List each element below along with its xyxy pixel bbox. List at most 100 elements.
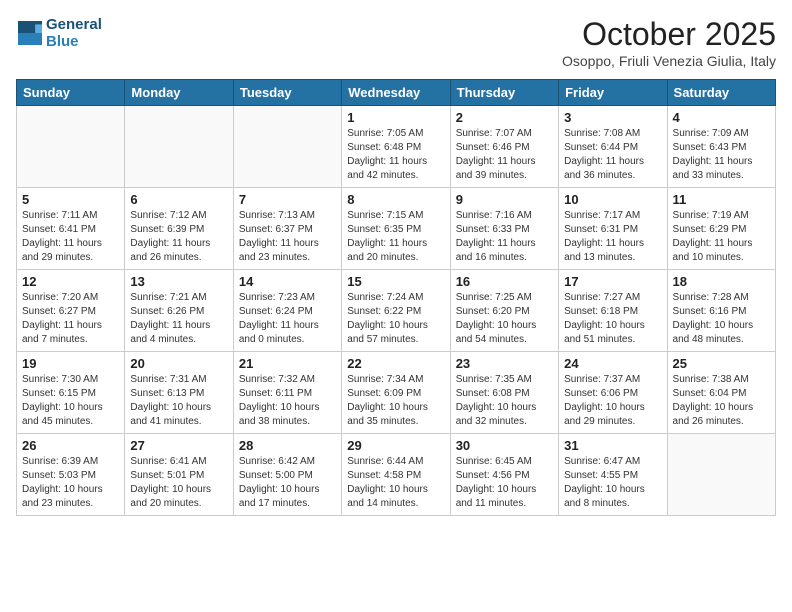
- weekday-header-friday: Friday: [559, 80, 667, 106]
- day-number: 30: [456, 438, 553, 453]
- day-info: Sunrise: 7:08 AM Sunset: 6:44 PM Dayligh…: [564, 127, 661, 183]
- logo: General Blue: [16, 16, 102, 50]
- day-number: 21: [239, 356, 336, 371]
- day-number: 29: [347, 438, 444, 453]
- day-info: Sunrise: 7:34 AM Sunset: 6:09 PM Dayligh…: [347, 373, 444, 429]
- day-info: Sunrise: 7:32 AM Sunset: 6:11 PM Dayligh…: [239, 373, 336, 429]
- calendar-cell: 24 Sunrise: 7:37 AM Sunset: 6:06 PM Dayli…: [559, 352, 667, 434]
- day-info: Sunrise: 7:16 AM Sunset: 6:33 PM Dayligh…: [456, 209, 553, 265]
- day-info: Sunrise: 7:20 AM Sunset: 6:27 PM Dayligh…: [22, 291, 119, 347]
- day-info: Sunrise: 7:07 AM Sunset: 6:46 PM Dayligh…: [456, 127, 553, 183]
- day-number: 18: [673, 274, 770, 289]
- logo-line2: Blue: [46, 33, 102, 50]
- day-number: 28: [239, 438, 336, 453]
- calendar-cell: [667, 434, 775, 516]
- week-row-5: 26 Sunrise: 6:39 AM Sunset: 5:03 PM Dayli…: [17, 434, 776, 516]
- week-row-3: 12 Sunrise: 7:20 AM Sunset: 6:27 PM Dayli…: [17, 270, 776, 352]
- day-number: 7: [239, 192, 336, 207]
- day-number: 5: [22, 192, 119, 207]
- calendar-cell: 26 Sunrise: 6:39 AM Sunset: 5:03 PM Dayli…: [17, 434, 125, 516]
- calendar-cell: 29 Sunrise: 6:44 AM Sunset: 4:58 PM Dayli…: [342, 434, 450, 516]
- weekday-header-saturday: Saturday: [667, 80, 775, 106]
- calendar-cell: 21 Sunrise: 7:32 AM Sunset: 6:11 PM Dayli…: [233, 352, 341, 434]
- calendar-cell: 7Sunrise: 7:13 AM Sunset: 6:37 PM Daylig…: [233, 188, 341, 270]
- day-number: 15: [347, 274, 444, 289]
- day-number: 27: [130, 438, 227, 453]
- calendar-cell: 13 Sunrise: 7:21 AM Sunset: 6:26 PM Dayli…: [125, 270, 233, 352]
- logo-line1: General: [46, 16, 102, 33]
- day-info: Sunrise: 7:38 AM Sunset: 6:04 PM Dayligh…: [673, 373, 770, 429]
- day-number: 4: [673, 110, 770, 125]
- day-number: 31: [564, 438, 661, 453]
- calendar-cell: 2 Sunrise: 7:07 AM Sunset: 6:46 PM Daylig…: [450, 106, 558, 188]
- calendar-cell: 10 Sunrise: 7:17 AM Sunset: 6:31 PM Dayli…: [559, 188, 667, 270]
- day-number: 13: [130, 274, 227, 289]
- weekday-header-wednesday: Wednesday: [342, 80, 450, 106]
- day-number: 9: [456, 192, 553, 207]
- day-number: 2: [456, 110, 553, 125]
- calendar-cell: 25 Sunrise: 7:38 AM Sunset: 6:04 PM Dayli…: [667, 352, 775, 434]
- calendar-cell: 1 Sunrise: 7:05 AM Sunset: 6:48 PM Daylig…: [342, 106, 450, 188]
- day-info: Sunrise: 7:09 AM Sunset: 6:43 PM Dayligh…: [673, 127, 770, 183]
- calendar-cell: 11Sunrise: 7:19 AM Sunset: 6:29 PM Dayli…: [667, 188, 775, 270]
- calendar-cell: 12 Sunrise: 7:20 AM Sunset: 6:27 PM Dayli…: [17, 270, 125, 352]
- title-block: October 2025 Osoppo, Friuli Venezia Giul…: [562, 16, 776, 69]
- calendar-cell: 30 Sunrise: 6:45 AM Sunset: 4:56 PM Dayli…: [450, 434, 558, 516]
- calendar-cell: 15Sunrise: 7:24 AM Sunset: 6:22 PM Dayli…: [342, 270, 450, 352]
- calendar-cell: 8Sunrise: 7:15 AM Sunset: 6:35 PM Daylig…: [342, 188, 450, 270]
- day-info: Sunrise: 7:21 AM Sunset: 6:26 PM Dayligh…: [130, 291, 227, 347]
- day-info: Sunrise: 7:37 AM Sunset: 6:06 PM Dayligh…: [564, 373, 661, 429]
- calendar-cell: 17Sunrise: 7:27 AM Sunset: 6:18 PM Dayli…: [559, 270, 667, 352]
- day-info: Sunrise: 6:41 AM Sunset: 5:01 PM Dayligh…: [130, 455, 227, 511]
- day-number: 24: [564, 356, 661, 371]
- day-info: Sunrise: 7:23 AM Sunset: 6:24 PM Dayligh…: [239, 291, 336, 347]
- day-info: Sunrise: 7:12 AM Sunset: 6:39 PM Dayligh…: [130, 209, 227, 265]
- weekday-header-tuesday: Tuesday: [233, 80, 341, 106]
- day-number: 14: [239, 274, 336, 289]
- calendar-cell: 5Sunrise: 7:11 AM Sunset: 6:41 PM Daylig…: [17, 188, 125, 270]
- day-number: 16: [456, 274, 553, 289]
- day-number: 12: [22, 274, 119, 289]
- day-info: Sunrise: 7:25 AM Sunset: 6:20 PM Dayligh…: [456, 291, 553, 347]
- day-info: Sunrise: 7:17 AM Sunset: 6:31 PM Dayligh…: [564, 209, 661, 265]
- day-info: Sunrise: 7:05 AM Sunset: 6:48 PM Dayligh…: [347, 127, 444, 183]
- logo-icon: [18, 21, 42, 45]
- day-info: Sunrise: 6:42 AM Sunset: 5:00 PM Dayligh…: [239, 455, 336, 511]
- calendar-cell: 20 Sunrise: 7:31 AM Sunset: 6:13 PM Dayli…: [125, 352, 233, 434]
- day-number: 23: [456, 356, 553, 371]
- day-info: Sunrise: 7:19 AM Sunset: 6:29 PM Dayligh…: [673, 209, 770, 265]
- day-number: 19: [22, 356, 119, 371]
- day-number: 1: [347, 110, 444, 125]
- calendar-cell: 16 Sunrise: 7:25 AM Sunset: 6:20 PM Dayli…: [450, 270, 558, 352]
- day-info: Sunrise: 7:27 AM Sunset: 6:18 PM Dayligh…: [564, 291, 661, 347]
- day-number: 3: [564, 110, 661, 125]
- weekday-header-thursday: Thursday: [450, 80, 558, 106]
- weekday-header-sunday: Sunday: [17, 80, 125, 106]
- day-info: Sunrise: 7:31 AM Sunset: 6:13 PM Dayligh…: [130, 373, 227, 429]
- calendar-cell: 14 Sunrise: 7:23 AM Sunset: 6:24 PM Dayli…: [233, 270, 341, 352]
- calendar-cell: 4 Sunrise: 7:09 AM Sunset: 6:43 PM Daylig…: [667, 106, 775, 188]
- month-title: October 2025: [562, 16, 776, 53]
- day-info: Sunrise: 7:30 AM Sunset: 6:15 PM Dayligh…: [22, 373, 119, 429]
- weekday-header-row: SundayMondayTuesdayWednesdayThursdayFrid…: [17, 80, 776, 106]
- day-number: 10: [564, 192, 661, 207]
- day-number: 22: [347, 356, 444, 371]
- weekday-header-monday: Monday: [125, 80, 233, 106]
- day-number: 20: [130, 356, 227, 371]
- calendar-cell: 23 Sunrise: 7:35 AM Sunset: 6:08 PM Dayli…: [450, 352, 558, 434]
- page-header: General Blue October 2025 Osoppo, Friuli…: [16, 16, 776, 69]
- day-info: Sunrise: 6:45 AM Sunset: 4:56 PM Dayligh…: [456, 455, 553, 511]
- location: Osoppo, Friuli Venezia Giulia, Italy: [562, 53, 776, 69]
- day-info: Sunrise: 6:39 AM Sunset: 5:03 PM Dayligh…: [22, 455, 119, 511]
- day-info: Sunrise: 7:35 AM Sunset: 6:08 PM Dayligh…: [456, 373, 553, 429]
- day-info: Sunrise: 7:15 AM Sunset: 6:35 PM Dayligh…: [347, 209, 444, 265]
- calendar-cell: 3 Sunrise: 7:08 AM Sunset: 6:44 PM Daylig…: [559, 106, 667, 188]
- day-info: Sunrise: 6:44 AM Sunset: 4:58 PM Dayligh…: [347, 455, 444, 511]
- calendar-cell: 6 Sunrise: 7:12 AM Sunset: 6:39 PM Daylig…: [125, 188, 233, 270]
- day-number: 26: [22, 438, 119, 453]
- calendar-cell: 19 Sunrise: 7:30 AM Sunset: 6:15 PM Dayli…: [17, 352, 125, 434]
- calendar-cell: [17, 106, 125, 188]
- day-number: 25: [673, 356, 770, 371]
- day-number: 6: [130, 192, 227, 207]
- calendar-cell: 28 Sunrise: 6:42 AM Sunset: 5:00 PM Dayli…: [233, 434, 341, 516]
